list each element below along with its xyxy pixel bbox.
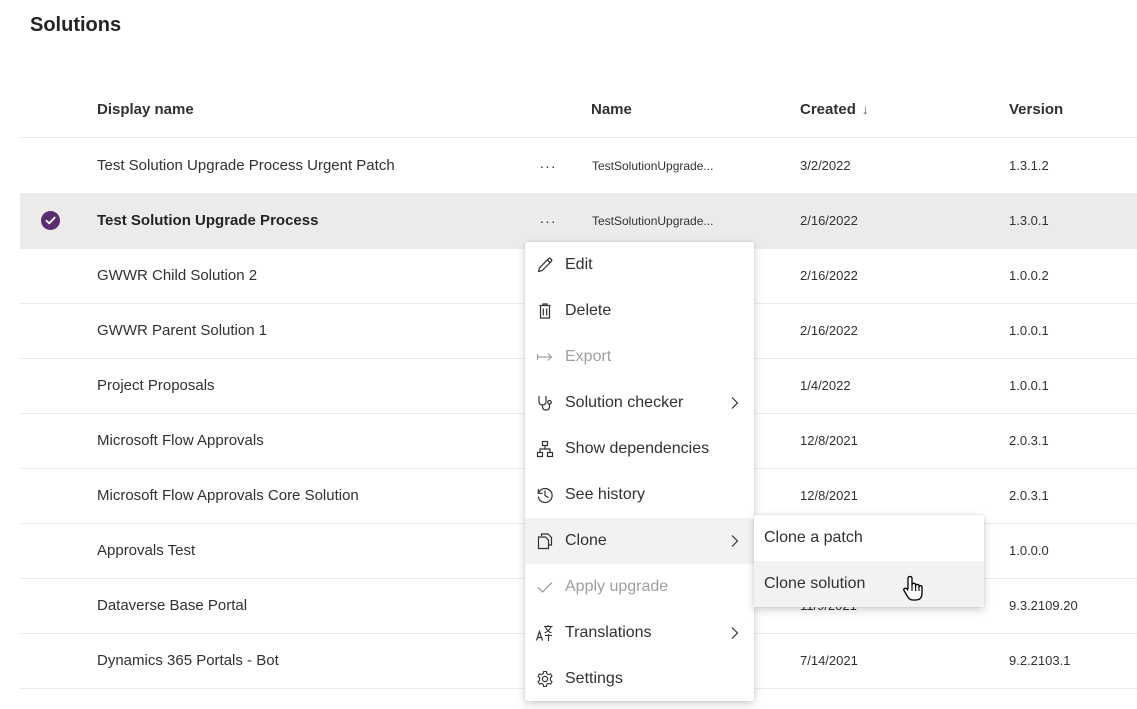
table-header: Display name Name Created ↓ Version xyxy=(20,82,1137,138)
created-cell: 3/2/2022 xyxy=(800,158,851,173)
column-header-label: Created xyxy=(800,101,856,118)
copy-icon xyxy=(535,531,555,551)
clone-submenu: Clone a patch Clone solution xyxy=(754,515,984,607)
menu-item-label: Apply upgrade xyxy=(565,578,669,595)
menu-item-label: Export xyxy=(565,348,612,365)
submenu-item-label: Clone solution xyxy=(764,575,866,592)
chevron-right-icon xyxy=(731,535,739,547)
version-cell: 9.3.2109.20 xyxy=(1009,598,1078,613)
version-cell: 1.3.1.2 xyxy=(1009,158,1049,173)
name-cell: TestSolutionUpgrade... xyxy=(592,159,714,173)
chevron-right-icon xyxy=(731,397,739,409)
version-cell: 1.0.0.1 xyxy=(1009,378,1049,393)
menu-item-settings[interactable]: Settings xyxy=(525,656,754,702)
menu-item-export: Export xyxy=(525,334,754,380)
checkmark-icon xyxy=(535,577,555,597)
stethoscope-icon xyxy=(535,393,555,413)
menu-item-solution-checker[interactable]: Solution checker xyxy=(525,380,754,426)
submenu-item-clone-solution[interactable]: Clone solution xyxy=(754,561,984,607)
menu-item-apply-upgrade: Apply upgrade xyxy=(525,564,754,610)
menu-item-label: See history xyxy=(565,486,646,503)
display-name-cell[interactable]: Microsoft Flow Approvals Core Solution xyxy=(97,469,359,523)
solution-context-menu: Edit Delete Export Solution checker Show… xyxy=(525,242,754,701)
name-cell: TestSolutionUpgrade... xyxy=(592,214,714,228)
menu-item-show-dependencies[interactable]: Show dependencies xyxy=(525,426,754,472)
page-title: Solutions xyxy=(30,14,122,36)
column-header-label: Version xyxy=(1009,101,1064,118)
submenu-item-label: Clone a patch xyxy=(764,529,863,546)
menu-item-label: Solution checker xyxy=(565,394,684,411)
display-name-cell[interactable]: Microsoft Flow Approvals xyxy=(97,414,264,468)
menu-item-label: Translations xyxy=(565,624,652,641)
version-cell: 2.0.3.1 xyxy=(1009,488,1049,503)
menu-item-label: Edit xyxy=(565,256,593,273)
display-name-cell[interactable]: Test Solution Upgrade Process Urgent Pat… xyxy=(97,139,395,193)
created-cell: 2/16/2022 xyxy=(800,268,858,283)
menu-item-label: Delete xyxy=(565,302,612,319)
display-name-cell[interactable]: GWWR Parent Solution 1 xyxy=(97,304,267,358)
column-header-version[interactable]: Version xyxy=(1009,101,1063,118)
hierarchy-icon xyxy=(535,439,555,459)
gear-icon xyxy=(535,669,555,689)
column-header-label: Display name xyxy=(97,101,194,118)
version-cell: 1.0.0.1 xyxy=(1009,323,1049,338)
menu-item-label: Clone xyxy=(565,532,607,549)
display-name-cell[interactable]: Dynamics 365 Portals - Bot xyxy=(97,634,279,688)
menu-item-see-history[interactable]: See history xyxy=(525,472,754,518)
created-cell: 1/4/2022 xyxy=(800,378,851,393)
export-arrow-icon xyxy=(535,347,555,367)
created-cell: 12/8/2021 xyxy=(800,433,858,448)
chevron-right-icon xyxy=(731,627,739,639)
version-cell: 1.0.0.2 xyxy=(1009,268,1049,283)
version-cell: 9.2.2103.1 xyxy=(1009,653,1071,668)
created-cell: 2/16/2022 xyxy=(800,323,858,338)
more-options-button[interactable]: ··· xyxy=(535,194,561,248)
more-options-button[interactable]: ··· xyxy=(535,139,561,193)
trash-icon xyxy=(535,301,555,321)
column-header-created[interactable]: Created ↓ xyxy=(800,101,869,118)
table-row[interactable]: Test Solution Upgrade Process Urgent Pat… xyxy=(20,139,1137,194)
submenu-item-clone-a-patch[interactable]: Clone a patch xyxy=(754,515,984,561)
created-cell: 2/16/2022 xyxy=(800,213,858,228)
version-cell: 1.3.0.1 xyxy=(1009,213,1049,228)
menu-item-edit[interactable]: Edit xyxy=(525,242,754,288)
version-cell: 1.0.0.0 xyxy=(1009,543,1049,558)
menu-item-label: Settings xyxy=(565,670,623,687)
display-name-cell[interactable]: GWWR Child Solution 2 xyxy=(97,249,257,303)
column-header-name[interactable]: Name xyxy=(591,101,632,118)
row-selected-check-icon[interactable] xyxy=(41,211,60,230)
created-cell: 7/14/2021 xyxy=(800,653,858,668)
menu-item-label: Show dependencies xyxy=(565,440,710,457)
display-name-cell[interactable]: Approvals Test xyxy=(97,524,195,578)
display-name-cell[interactable]: Dataverse Base Portal xyxy=(97,579,247,633)
display-name-cell[interactable]: Test Solution Upgrade Process xyxy=(97,194,318,248)
history-icon xyxy=(535,485,555,505)
column-header-label: Name xyxy=(591,101,632,118)
menu-item-translations[interactable]: Translations xyxy=(525,610,754,656)
translate-icon xyxy=(535,623,555,643)
menu-item-clone[interactable]: Clone xyxy=(525,518,754,564)
menu-item-delete[interactable]: Delete xyxy=(525,288,754,334)
display-name-cell[interactable]: Project Proposals xyxy=(97,359,215,413)
table-row-selected[interactable]: Test Solution Upgrade Process ··· TestSo… xyxy=(20,194,1137,249)
hand-pointer-cursor-icon xyxy=(903,575,923,601)
pencil-icon xyxy=(535,255,555,275)
version-cell: 2.0.3.1 xyxy=(1009,433,1049,448)
sort-descending-icon: ↓ xyxy=(861,101,869,117)
column-header-display-name[interactable]: Display name xyxy=(97,101,194,118)
